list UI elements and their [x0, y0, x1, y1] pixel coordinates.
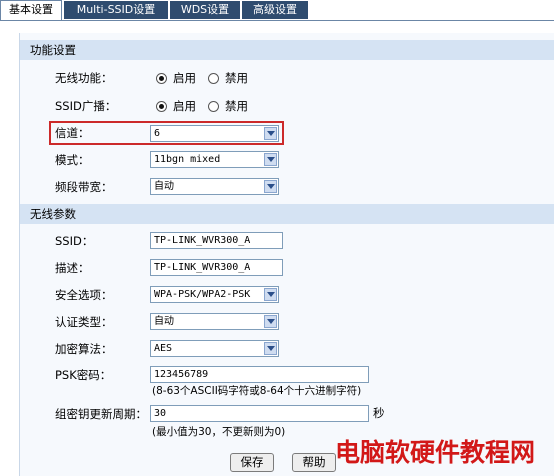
encryption-label: 加密算法：: [55, 342, 113, 356]
ssid-broadcast-disable-label: 禁用: [225, 99, 248, 113]
chevron-down-icon[interactable]: [264, 127, 277, 140]
description-input[interactable]: TP-LINK_WVR300_A: [150, 259, 283, 276]
group-key-label: 组密钥更新周期：: [55, 407, 147, 421]
wireless-function-label: 无线功能：: [55, 71, 113, 85]
ssid-broadcast-disable-radio[interactable]: [208, 101, 219, 112]
channel-select[interactable]: 6: [150, 125, 279, 142]
channel-label: 信道：: [55, 126, 90, 140]
channel-value: 6: [154, 128, 161, 139]
help-button[interactable]: 帮助: [292, 453, 336, 472]
security-select[interactable]: WPA-PSK/WPA2-PSK: [150, 286, 279, 303]
group-key-hint: (最小值为30，不更新则为0): [152, 426, 286, 438]
chevron-down-icon[interactable]: [264, 315, 277, 328]
group-key-input[interactable]: 30: [150, 405, 369, 422]
chevron-down-icon[interactable]: [264, 342, 277, 355]
security-value: WPA-PSK/WPA2-PSK: [154, 289, 251, 300]
tab-basic-settings[interactable]: 基本设置: [0, 0, 62, 20]
psk-input[interactable]: 123456789: [150, 366, 369, 383]
chevron-down-icon[interactable]: [264, 288, 277, 301]
mode-select[interactable]: 11bgn mixed: [150, 151, 279, 168]
bandwidth-value: 自动: [154, 181, 174, 192]
ssid-broadcast-label: SSID广播：: [55, 99, 117, 113]
encryption-select[interactable]: AES: [150, 340, 279, 357]
auth-type-label: 认证类型：: [55, 315, 113, 329]
tab-bar: 基本设置 Multi-SSID设置 WDS设置 高级设置: [0, 0, 554, 21]
mode-value: 11bgn mixed: [154, 154, 221, 165]
mode-label: 模式：: [55, 153, 90, 167]
psk-label: PSK密码：: [55, 368, 112, 382]
site-watermark: 电脑软硬件教程网: [335, 438, 536, 467]
wireless-enable-radio[interactable]: [156, 73, 167, 84]
chevron-down-icon[interactable]: [264, 153, 277, 166]
tab-multi-ssid[interactable]: Multi-SSID设置: [64, 1, 168, 19]
ssid-input[interactable]: TP-LINK_WVR300_A: [150, 232, 283, 249]
security-label: 安全选项：: [55, 288, 113, 302]
group-key-unit: 秒: [373, 406, 385, 420]
ssid-label: SSID：: [55, 234, 94, 248]
ssid-broadcast-enable-label: 启用: [173, 99, 196, 113]
bandwidth-label: 频段带宽：: [55, 180, 113, 194]
tab-advanced[interactable]: 高级设置: [242, 1, 308, 19]
save-button[interactable]: 保存: [230, 453, 274, 472]
section-header-function: 功能设置: [20, 40, 554, 60]
psk-hint: (8-63个ASCII码字符或8-64个十六进制字符): [152, 385, 362, 397]
bandwidth-select[interactable]: 自动: [150, 178, 279, 195]
wireless-disable-label: 禁用: [225, 71, 248, 85]
chevron-down-icon[interactable]: [264, 180, 277, 193]
wireless-enable-label: 启用: [173, 71, 196, 85]
tab-wds[interactable]: WDS设置: [170, 1, 240, 19]
encryption-value: AES: [154, 343, 173, 354]
auth-type-value: 自动: [154, 316, 174, 327]
section-header-wireless-params: 无线参数: [20, 204, 554, 224]
description-label: 描述：: [55, 261, 90, 275]
wireless-disable-radio[interactable]: [208, 73, 219, 84]
auth-type-select[interactable]: 自动: [150, 313, 279, 330]
ssid-broadcast-enable-radio[interactable]: [156, 101, 167, 112]
